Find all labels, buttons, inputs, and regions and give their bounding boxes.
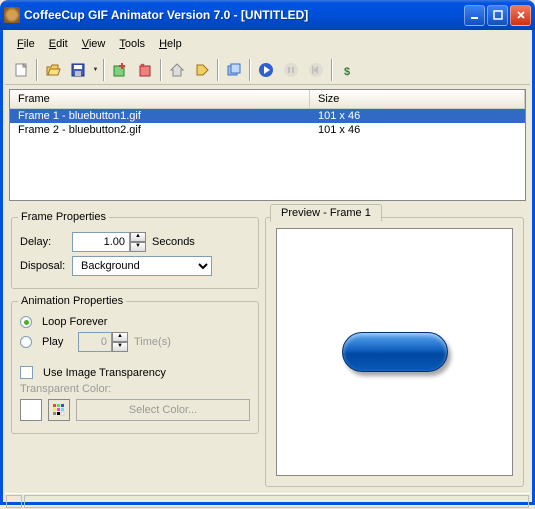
transparency-checkbox[interactable] xyxy=(20,366,33,379)
close-button[interactable] xyxy=(510,5,531,26)
frame-row[interactable]: Frame 2 - bluebutton2.gif 101 x 46 xyxy=(10,123,525,137)
loop-forever-radio[interactable] xyxy=(20,316,32,328)
save-dropdown[interactable]: ▼ xyxy=(91,58,100,82)
play-down: ▼ xyxy=(112,342,128,352)
delay-input[interactable] xyxy=(72,232,130,252)
delay-label: Delay: xyxy=(20,236,66,248)
purchase-button[interactable]: $ xyxy=(336,58,360,82)
open-button[interactable] xyxy=(41,58,65,82)
play-button[interactable] xyxy=(254,58,278,82)
color-swatch xyxy=(20,399,42,421)
loop-forever-label: Loop Forever xyxy=(42,316,107,328)
menu-view[interactable]: View xyxy=(76,36,112,52)
status-bar xyxy=(5,493,530,509)
minimize-button[interactable] xyxy=(464,5,485,26)
column-header-size[interactable]: Size xyxy=(310,90,525,108)
play-up: ▲ xyxy=(112,332,128,342)
frame-cell-size: 101 x 46 xyxy=(310,124,525,136)
svg-text:$: $ xyxy=(344,66,350,78)
window-title: CoffeeCup GIF Animator Version 7.0 - [UN… xyxy=(24,8,464,22)
rewind-button[interactable] xyxy=(304,58,328,82)
group-title: Frame Properties xyxy=(18,211,109,223)
add-frame-button[interactable] xyxy=(108,58,132,82)
group-title: Animation Properties xyxy=(18,295,126,307)
delay-unit: Seconds xyxy=(152,236,195,248)
pause-button[interactable] xyxy=(279,58,303,82)
menu-help[interactable]: Help xyxy=(153,36,188,52)
animation-properties-group: Animation Properties Loop Forever Play ▲… xyxy=(11,301,259,434)
save-button[interactable] xyxy=(66,58,90,82)
frame-cell-size: 101 x 46 xyxy=(310,110,525,122)
title-bar: CoffeeCup GIF Animator Version 7.0 - [UN… xyxy=(0,0,535,30)
column-header-frame[interactable]: Frame xyxy=(10,90,310,108)
duplicate-button[interactable] xyxy=(222,58,246,82)
disposal-select[interactable]: Background xyxy=(72,256,212,276)
select-color-button[interactable]: Select Color... xyxy=(76,399,250,421)
play-unit: Time(s) xyxy=(134,336,171,348)
tag-button[interactable] xyxy=(190,58,214,82)
preview-tab[interactable]: Preview - Frame 1 xyxy=(270,204,382,222)
play-label: Play xyxy=(42,336,72,348)
delay-down[interactable]: ▼ xyxy=(130,242,146,252)
play-radio[interactable] xyxy=(20,336,32,348)
maximize-button[interactable] xyxy=(487,5,508,26)
toolbar: ▼ $ xyxy=(5,56,530,85)
menu-tools[interactable]: Tools xyxy=(113,36,151,52)
menu-bar: File Edit View Tools Help xyxy=(5,32,530,56)
preview-canvas xyxy=(276,228,513,476)
disposal-label: Disposal: xyxy=(20,260,66,272)
app-icon xyxy=(4,7,20,23)
palette-button[interactable] xyxy=(48,399,70,421)
menu-file[interactable]: File xyxy=(11,36,41,52)
delete-frame-button[interactable] xyxy=(133,58,157,82)
preview-image xyxy=(342,332,448,372)
delay-up[interactable]: ▲ xyxy=(130,232,146,242)
frame-cell-name: Frame 2 - bluebutton2.gif xyxy=(10,124,310,136)
home-button[interactable] xyxy=(165,58,189,82)
play-count-input xyxy=(78,332,112,352)
frame-properties-group: Frame Properties Delay: ▲▼ Seconds Dispo… xyxy=(11,217,259,289)
frame-list[interactable]: Frame Size Frame 1 - bluebutton1.gif 101… xyxy=(9,89,526,201)
frame-cell-name: Frame 1 - bluebutton1.gif xyxy=(10,110,310,122)
transparency-label: Use Image Transparency xyxy=(43,367,166,379)
frame-row[interactable]: Frame 1 - bluebutton1.gif 101 x 46 xyxy=(10,109,525,123)
transparent-color-label: Transparent Color: xyxy=(20,383,250,395)
new-button[interactable] xyxy=(9,58,33,82)
preview-panel: Preview - Frame 1 xyxy=(265,217,524,487)
menu-edit[interactable]: Edit xyxy=(43,36,74,52)
